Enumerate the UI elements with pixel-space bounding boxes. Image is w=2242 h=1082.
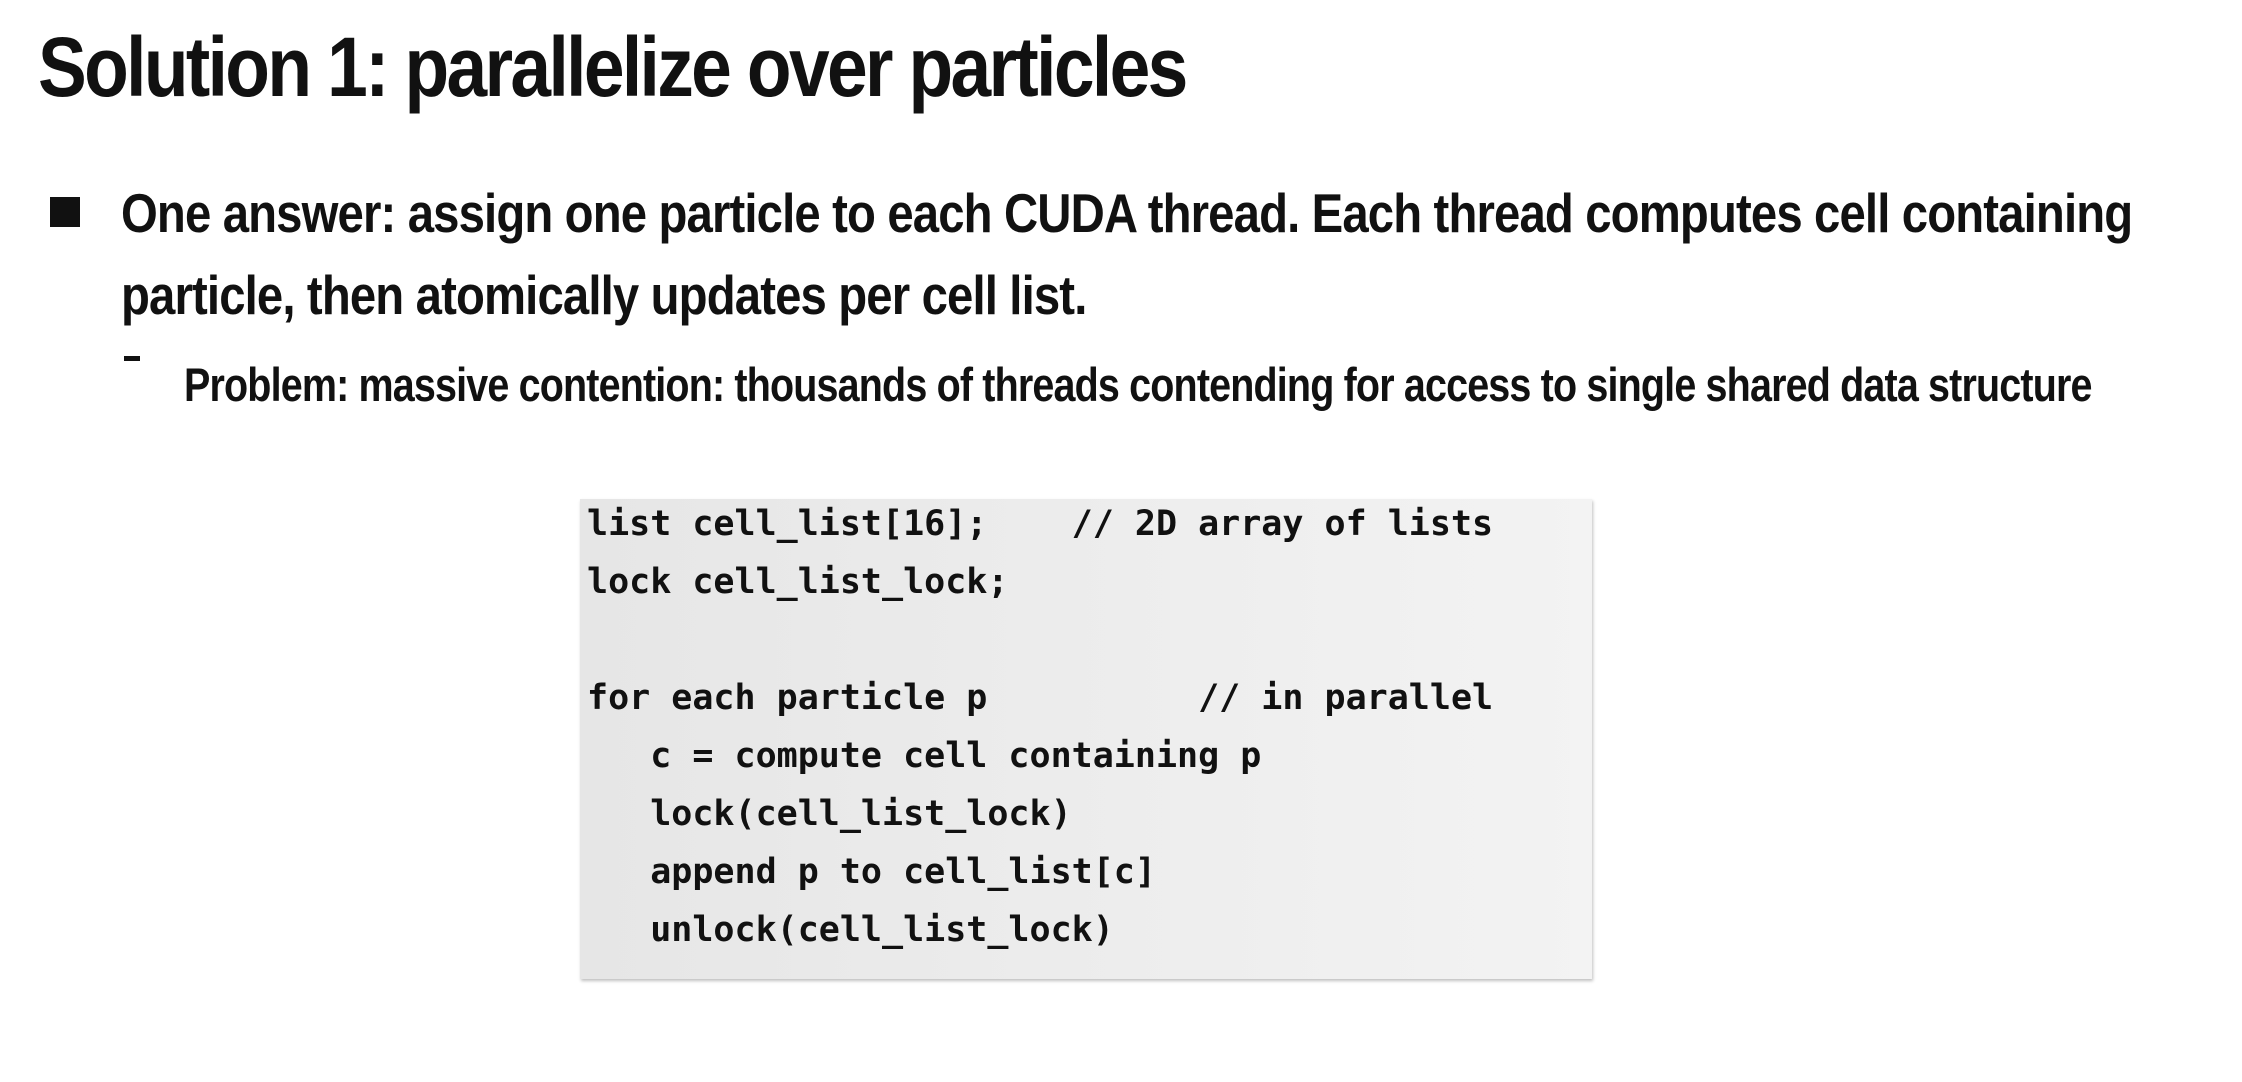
code-line: for each particle p // in parallel [587,678,1494,718]
code-line: c = compute cell containing p [587,736,1262,776]
bullet-text: One answer: assign one particle to each … [121,182,2133,326]
sub-bullet-text: Problem: massive contention: thousands o… [184,358,2092,411]
code-line: list cell_list[16]; // 2D array of lists [587,504,1494,544]
code-block: list cell_list[16]; // 2D array of lists… [580,499,1592,979]
sub-bullet-dash-icon [124,356,140,361]
slide-title: Solution 1: parallelize over particles [38,20,1188,114]
code-line: append p to cell_list[c] [587,852,1156,892]
code-line: lock(cell_list_lock) [587,794,1072,834]
bullet-square-icon [50,197,80,227]
code-line: lock cell_list_lock; [587,562,1009,602]
code-line: unlock(cell_list_lock) [587,910,1114,950]
